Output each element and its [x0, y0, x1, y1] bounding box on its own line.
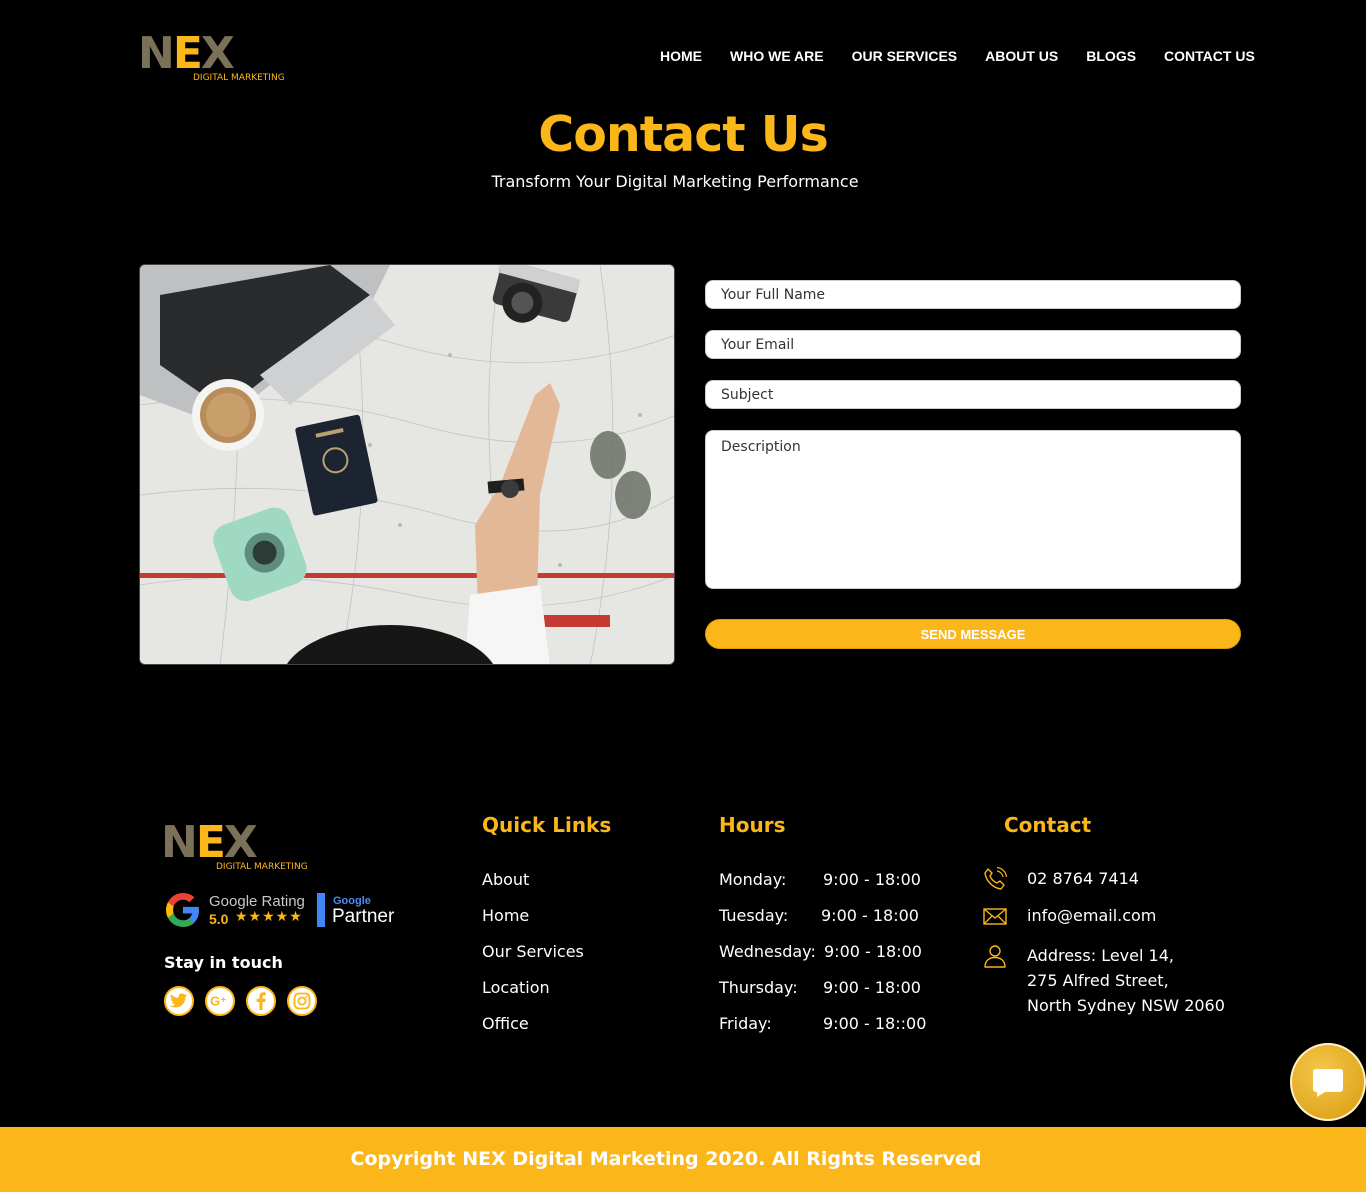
svg-text:G: G — [210, 994, 220, 1009]
hours-time: 9:00 - 18::00 — [823, 1014, 927, 1033]
chat-widget-button[interactable] — [1290, 1043, 1366, 1121]
user-icon — [984, 945, 1006, 968]
copyright-bar: Copyright NEX Digital Marketing 2020. Al… — [0, 1127, 1366, 1192]
address-line: North Sydney NSW 2060 — [1027, 996, 1225, 1015]
address-block: Address: Level 14, 275 Alfred Street, No… — [1027, 943, 1225, 1018]
hours-day: Wednesday: — [719, 942, 816, 961]
quick-link-about[interactable]: About — [482, 870, 584, 906]
footer-logo[interactable]: NEX DIGITAL MARKETING — [161, 817, 308, 877]
quick-links-list: About Home Our Services Location Office — [482, 870, 584, 1050]
hours-day: Monday: — [719, 870, 787, 889]
main-nav: HOME WHO WE ARE OUR SERVICES ABOUT US BL… — [646, 47, 1269, 65]
send-message-button[interactable]: SEND MESSAGE — [705, 619, 1241, 649]
partner-bar — [317, 893, 325, 927]
phone-icon — [984, 866, 1008, 890]
stay-in-touch-heading: Stay in touch — [164, 953, 283, 972]
hours-time: 9:00 - 18:00 — [821, 906, 919, 925]
twitter-icon[interactable] — [164, 986, 194, 1016]
partner-label: Partner — [332, 906, 395, 927]
hours-time: 9:00 - 18:00 — [823, 978, 921, 997]
facebook-icon[interactable] — [246, 986, 276, 1016]
full-name-input[interactable] — [705, 280, 1241, 309]
nav-contact-us[interactable]: CONTACT US — [1150, 47, 1269, 65]
hours-time: 9:00 - 18:00 — [823, 870, 921, 889]
google-rating-score: 5.0 — [209, 911, 229, 927]
quick-link-office[interactable]: Office — [482, 1014, 584, 1050]
hours-day: Friday: — [719, 1014, 772, 1033]
hours-day: Thursday: — [719, 978, 798, 997]
description-textarea[interactable] — [705, 430, 1241, 589]
nav-our-services[interactable]: OUR SERVICES — [838, 47, 972, 65]
social-links: G + — [164, 986, 317, 1016]
instagram-icon[interactable] — [287, 986, 317, 1016]
google-rating-label: Google Rating — [209, 893, 305, 910]
phone-number: 02 8764 7414 — [1027, 869, 1139, 888]
nav-home[interactable]: HOME — [646, 47, 716, 65]
nav-blogs[interactable]: BLOGS — [1072, 47, 1150, 65]
logo-tagline: DIGITAL MARKETING — [193, 73, 285, 83]
header-logo[interactable]: NEX DIGITAL MARKETING — [138, 28, 285, 88]
google-plus-icon[interactable]: G + — [205, 986, 235, 1016]
subject-input[interactable] — [705, 380, 1241, 409]
page-title: Contact Us — [538, 106, 828, 163]
hours-time: 9:00 - 18:00 — [824, 942, 922, 961]
quick-link-location[interactable]: Location — [482, 978, 584, 1014]
nav-who-we-are[interactable]: WHO WE ARE — [716, 47, 838, 65]
page-subtitle: Transform Your Digital Marketing Perform… — [491, 172, 859, 191]
svg-text:+: + — [221, 995, 227, 1005]
quick-link-our-services[interactable]: Our Services — [482, 942, 584, 978]
email-address: info@email.com — [1027, 906, 1157, 925]
hours-heading: Hours — [719, 813, 786, 837]
logo-tagline: DIGITAL MARKETING — [216, 862, 308, 872]
google-g-icon — [166, 893, 199, 927]
email-input[interactable] — [705, 330, 1241, 359]
google-rating-stars: ★★★★★ — [235, 909, 303, 925]
hours-day: Tuesday: — [719, 906, 789, 925]
contact-heading: Contact — [1004, 813, 1092, 837]
chat-bubble-icon — [1313, 1069, 1343, 1097]
google-partner-badge: Google Partner — [317, 893, 407, 929]
address-line: Address: Level 14, — [1027, 946, 1174, 965]
google-rating-badge[interactable]: Google Rating 5.0 ★★★★★ Google Partner — [163, 890, 403, 932]
quick-link-home[interactable]: Home — [482, 906, 584, 942]
contact-hero-image — [139, 264, 675, 665]
copyright-text: Copyright NEX Digital Marketing 2020. Al… — [350, 1148, 982, 1170]
mail-icon — [983, 908, 1007, 925]
address-line: 275 Alfred Street, — [1027, 971, 1169, 990]
nav-about-us[interactable]: ABOUT US — [971, 47, 1072, 65]
quick-links-heading: Quick Links — [482, 813, 612, 837]
